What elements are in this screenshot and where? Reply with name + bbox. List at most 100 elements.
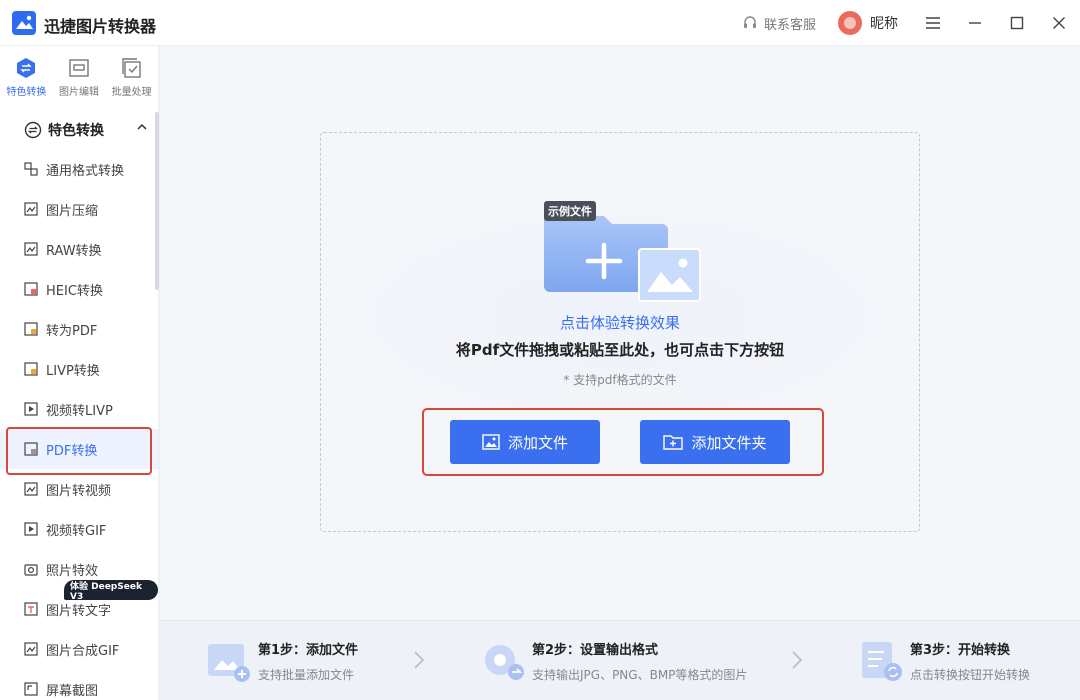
headset-icon: [743, 16, 756, 28]
step-2: 第2步：设置输出格式 支持输出JPG、PNG、BMP等格式的图片: [480, 621, 747, 700]
sidebar-item-livp[interactable]: LIVP转换: [0, 349, 158, 389]
main-panel: 示例文件 点击体验转换效果 将Pdf文件拖拽或粘贴至此处，也可点击下方按钮 * …: [160, 46, 1080, 620]
sidebar-scrollbar[interactable]: [155, 112, 159, 290]
add-folder-label: 添加文件夹: [691, 433, 767, 452]
step-add-file-icon: [208, 644, 250, 682]
compose-gif-icon: [24, 642, 38, 656]
step-title: 第2步：设置输出格式: [532, 643, 659, 658]
image-icon: [482, 434, 500, 450]
avatar: [838, 11, 862, 35]
add-folder-button[interactable]: 添加文件夹: [640, 420, 790, 464]
sidebar-item-label: 视频转LIVP: [46, 403, 113, 419]
sidebar-item-screenshot[interactable]: 屏幕截图: [0, 669, 158, 700]
minimize-button[interactable]: [954, 0, 996, 46]
format-support-note: * 支持pdf格式的文件: [563, 373, 677, 387]
sidebar-item-label: 通用格式转换: [46, 163, 125, 179]
step-3: 第3步：开始转换 点击转换按钮开始转换: [858, 621, 1030, 700]
sidebar-item-label: 视频转GIF: [46, 523, 107, 539]
app-logo-icon: [12, 11, 36, 35]
image-video-icon: [24, 482, 38, 496]
chevron-right-icon: [414, 651, 425, 669]
sidebar-item-label: HEIC转换: [46, 283, 103, 299]
maximize-icon: [1010, 16, 1024, 30]
format-convert-icon: [24, 162, 38, 176]
sidebar-item-image-to-video[interactable]: 图片转视频: [0, 469, 158, 509]
rail-label: 特色转换: [6, 87, 47, 98]
pdf-icon: [24, 322, 38, 336]
sidebar-item-label: RAW转换: [46, 243, 102, 259]
gif-icon: [24, 522, 38, 536]
user-menu[interactable]: 昵称: [838, 11, 898, 35]
pdf-convert-icon: [24, 442, 38, 456]
sidebar-item-heic[interactable]: HEIC转换: [0, 269, 158, 309]
sidebar-nav: 通用格式转换 图片压缩 RAW转换 HEIC转换 转为PDF LIVP转换 视频…: [0, 149, 158, 700]
steps-bar: 第1步：添加文件 支持批量添加文件 第2步：设置输出格式 支持输出JPG、PNG…: [160, 620, 1080, 700]
heic-icon: [24, 282, 38, 296]
customer-service-link[interactable]: 联系客服: [742, 14, 816, 33]
add-file-button[interactable]: 添加文件: [450, 420, 600, 464]
add-file-label: 添加文件: [507, 433, 568, 452]
sidebar-item-raw[interactable]: RAW转换: [0, 229, 158, 269]
title-bar: 迅捷图片转换器 联系客服 昵称: [0, 0, 1080, 46]
try-demo-link[interactable]: 点击体验转换效果: [160, 312, 1080, 333]
sidebar-item-label: 屏幕截图: [46, 683, 99, 699]
deepseek-badge[interactable]: 体验 DeepSeek V3: [64, 580, 158, 602]
sidebar-group-label: 特色转换: [48, 123, 104, 139]
livp-icon: [24, 362, 38, 376]
screenshot-icon: [24, 682, 38, 696]
sidebar-item-to-pdf[interactable]: 转为PDF: [0, 309, 158, 349]
convert-outline-icon: [24, 121, 42, 139]
chevron-right-icon: [792, 651, 803, 669]
step-convert-icon: [862, 642, 902, 681]
minimize-icon: [969, 22, 981, 24]
image-compress-icon: [24, 202, 38, 216]
folder-add-icon: [663, 435, 684, 450]
close-button[interactable]: [1038, 0, 1080, 46]
hamburger-icon: [926, 17, 940, 29]
sidebar-item-compose-gif[interactable]: 图片合成GIF: [0, 629, 158, 669]
batch-icon: [121, 58, 141, 78]
rail-image-edit[interactable]: 图片编辑: [53, 47, 106, 105]
step-settings-icon: [485, 645, 524, 680]
step-desc: 支持批量添加文件: [258, 668, 355, 682]
nickname: 昵称: [870, 16, 898, 32]
raw-icon: [24, 242, 38, 256]
step-title: 第3步：开始转换: [910, 643, 1011, 658]
sidebar-item-compress[interactable]: 图片压缩: [0, 189, 158, 229]
sidebar-item-label: 图片转视频: [46, 483, 112, 499]
sample-folder-icon[interactable]: [544, 206, 704, 306]
step-desc: 支持输出JPG、PNG、BMP等格式的图片: [532, 668, 748, 682]
sidebar-item-label: 图片压缩: [46, 203, 99, 219]
sidebar-item-video-to-gif[interactable]: 视频转GIF: [0, 509, 158, 549]
step-title: 第1步：添加文件: [258, 643, 359, 658]
sidebar-item-label: PDF转换: [46, 443, 98, 459]
sample-file-tag: 示例文件: [544, 201, 596, 221]
rail-batch[interactable]: 批量处理: [105, 47, 158, 105]
menu-button[interactable]: [912, 0, 954, 46]
rail-label: 批量处理: [111, 87, 152, 98]
sidebar-item-label: LIVP转换: [46, 363, 100, 379]
chevron-up-icon[interactable]: [137, 123, 147, 131]
convert-icon: [17, 58, 36, 78]
sidebar-group-special-convert[interactable]: 特色转换: [0, 105, 158, 155]
drop-instruction: 将Pdf文件拖拽或粘贴至此处，也可点击下方按钮: [455, 341, 785, 359]
video-icon: [24, 402, 38, 416]
sidebar-item-video-to-livp[interactable]: 视频转LIVP: [0, 389, 158, 429]
step-1: 第1步：添加文件 支持批量添加文件: [206, 621, 358, 700]
sidebar-item-pdf-convert[interactable]: PDF转换: [0, 427, 158, 475]
rail-special-convert[interactable]: 特色转换: [0, 47, 53, 105]
sidebar-item-label: 转为PDF: [46, 323, 98, 339]
maximize-button[interactable]: [996, 0, 1038, 46]
app-title: 迅捷图片转换器: [44, 17, 157, 36]
mode-rail: 特色转换 图片编辑 批量处理: [0, 47, 158, 105]
sidebar-item-label: 照片特效: [46, 563, 99, 579]
sidebar-item-general-format[interactable]: 通用格式转换: [0, 149, 158, 189]
ocr-icon: [24, 602, 38, 616]
rail-label: 图片编辑: [59, 87, 99, 98]
step-desc: 点击转换按钮开始转换: [910, 668, 1031, 682]
close-icon: [1053, 17, 1065, 29]
customer-service-label: 联系客服: [763, 17, 816, 33]
camera-icon: [24, 564, 38, 576]
image-edit-icon: [69, 59, 89, 77]
sidebar: 特色转换 通用格式转换 图片压缩 RAW转换 HEIC转换 转为PDF LIVP…: [0, 105, 158, 700]
